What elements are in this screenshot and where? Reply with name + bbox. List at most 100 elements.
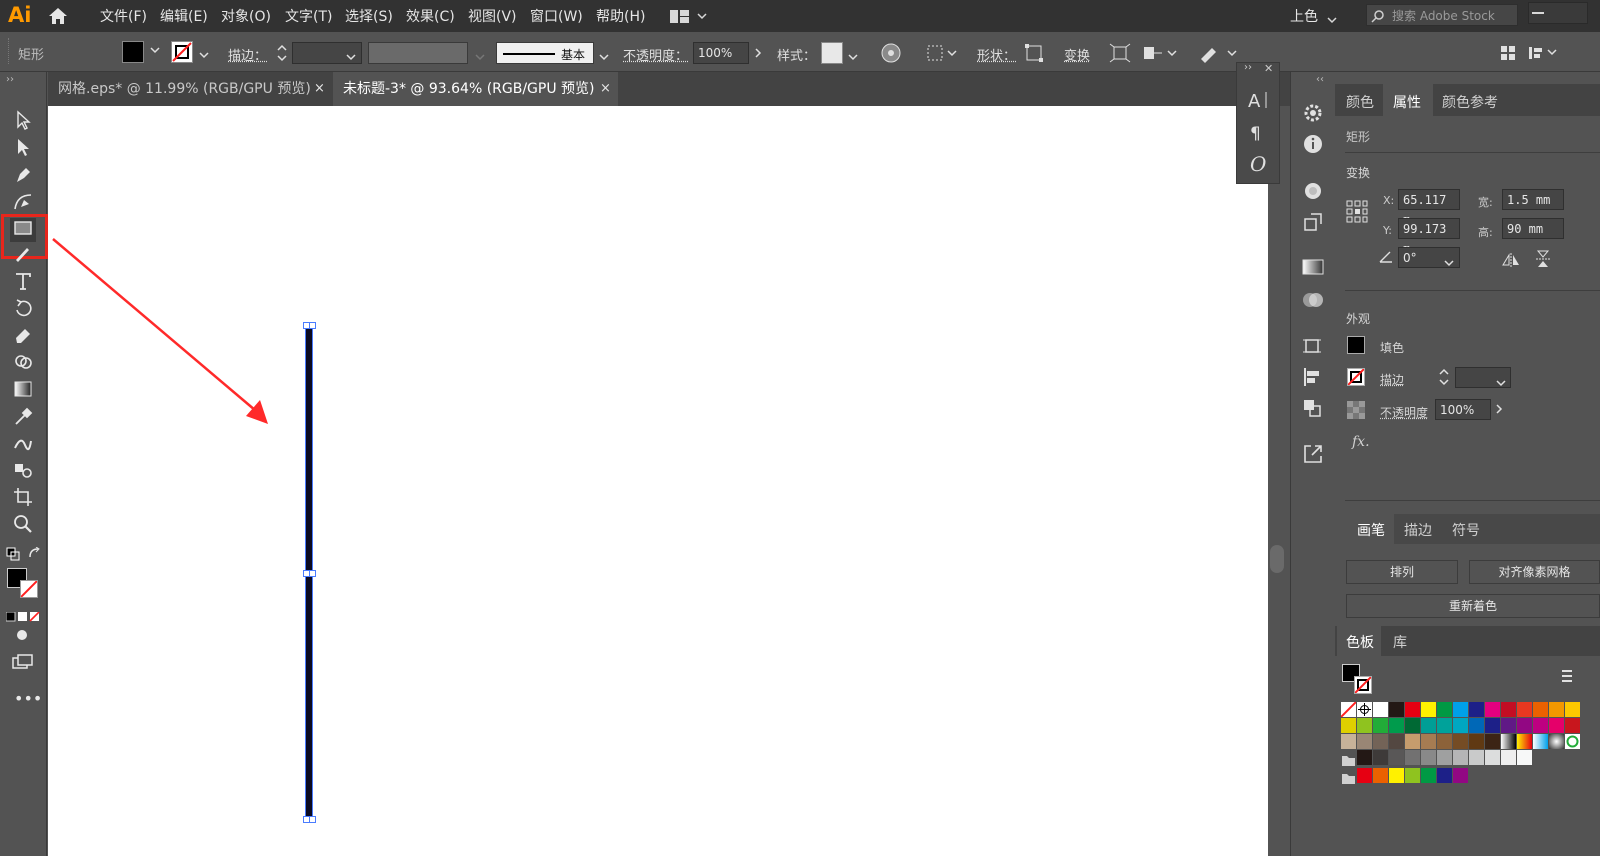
- swatch[interactable]: [1485, 734, 1500, 749]
- close-icon[interactable]: ✕: [1264, 62, 1273, 75]
- swatch[interactable]: [1437, 718, 1452, 733]
- swatch[interactable]: [1501, 750, 1516, 765]
- swatch[interactable]: [1437, 768, 1452, 783]
- swatch[interactable]: [1421, 768, 1436, 783]
- swatch[interactable]: [1437, 702, 1452, 717]
- transform-panel-icon[interactable]: [1303, 212, 1323, 236]
- menu-edit[interactable]: 编辑(E): [160, 6, 208, 26]
- tab-libraries[interactable]: 库: [1393, 632, 1407, 652]
- opacity-label[interactable]: 不透明度：: [623, 45, 688, 64]
- reference-point-icon[interactable]: [1346, 200, 1368, 228]
- align-panel-icon[interactable]: [1528, 45, 1558, 65]
- opacity-label[interactable]: 不透明度: [1380, 404, 1428, 421]
- menu-type[interactable]: 文字(T): [285, 6, 332, 26]
- expand-icon[interactable]: ››: [1244, 62, 1252, 73]
- character-panel-icon[interactable]: A: [1248, 90, 1270, 114]
- swatch[interactable]: [1373, 718, 1388, 733]
- swatch[interactable]: [1453, 768, 1468, 783]
- swatch[interactable]: [1485, 750, 1500, 765]
- height-input[interactable]: 90 mm: [1502, 218, 1564, 239]
- tab-untitled-3[interactable]: 未标题-3* @ 93.64% (RGB/GPU 预览) ×: [333, 72, 618, 106]
- menu-help[interactable]: 帮助(H): [596, 6, 645, 26]
- rotate-tool-icon[interactable]: [10, 298, 36, 322]
- align-to-icon[interactable]: [926, 44, 958, 66]
- menu-window[interactable]: 窗口(W): [530, 6, 583, 26]
- swatch[interactable]: [1357, 768, 1372, 783]
- close-icon[interactable]: ×: [314, 72, 325, 106]
- workspace-switcher[interactable]: 上色: [1290, 6, 1318, 26]
- flip-horizontal-icon[interactable]: [1502, 252, 1520, 271]
- panel-menu-icon[interactable]: [1500, 45, 1516, 65]
- swap-fill-stroke-icon[interactable]: [28, 546, 42, 565]
- swatch[interactable]: [1357, 734, 1372, 749]
- swatch[interactable]: [1341, 718, 1356, 733]
- menu-object[interactable]: 对象(O): [221, 6, 271, 26]
- menu-file[interactable]: 文件(F): [100, 6, 147, 26]
- shape-label[interactable]: 形状：: [977, 45, 1016, 64]
- eraser-tool-icon[interactable]: [10, 325, 36, 349]
- recolor-artwork-icon[interactable]: [880, 42, 902, 68]
- stroke-none-swatch[interactable]: [171, 41, 193, 63]
- paragraph-panel-icon[interactable]: ¶: [1250, 122, 1266, 146]
- transform-each-icon[interactable]: [1109, 43, 1131, 67]
- swatch[interactable]: [1501, 702, 1516, 717]
- more-tools-icon[interactable]: •••: [14, 689, 42, 708]
- menu-select[interactable]: 选择(S): [345, 6, 393, 26]
- transform-label[interactable]: 变换: [1064, 45, 1090, 64]
- folder-icon[interactable]: [1341, 752, 1356, 771]
- direct-selection-tool-icon[interactable]: [10, 137, 36, 161]
- appearance-stroke-swatch[interactable]: [1347, 368, 1365, 386]
- swatch[interactable]: [1405, 734, 1420, 749]
- shape-properties-icon[interactable]: [1024, 43, 1044, 67]
- eyedropper-tool-icon[interactable]: [10, 406, 36, 430]
- scrollbar-thumb[interactable]: [1270, 545, 1284, 573]
- export-icon[interactable]: [1302, 443, 1324, 469]
- chevron-down-icon[interactable]: [1495, 373, 1507, 392]
- swatch-gradient[interactable]: [1501, 734, 1516, 749]
- graphic-style-swatch[interactable]: [821, 42, 843, 64]
- tab-symbols[interactable]: 符号: [1452, 520, 1480, 540]
- swatch-registration[interactable]: [1357, 702, 1372, 717]
- fill-swatch[interactable]: [122, 41, 144, 63]
- x-input[interactable]: 65.117 m: [1398, 189, 1460, 227]
- swatch[interactable]: [1549, 702, 1564, 717]
- tab-brushes[interactable]: 画笔: [1357, 520, 1385, 540]
- stroke-label[interactable]: 描边: [1380, 371, 1404, 388]
- gear-icon[interactable]: [1302, 102, 1324, 128]
- chevron-right-icon[interactable]: [1493, 399, 1509, 420]
- color-mode-icons[interactable]: [5, 607, 40, 626]
- vertical-scrollbar[interactable]: [1268, 106, 1288, 856]
- swatch[interactable]: [1517, 718, 1532, 733]
- swatch[interactable]: [1389, 702, 1404, 717]
- opacity-input[interactable]: 100%: [693, 42, 749, 64]
- chevron-right-icon[interactable]: [752, 42, 768, 64]
- swatch[interactable]: [1469, 750, 1484, 765]
- gradient-tool-icon[interactable]: [10, 379, 36, 403]
- swatch[interactable]: [1373, 750, 1388, 765]
- blend-tool-icon[interactable]: [10, 433, 36, 457]
- pathfinder-panel-icon[interactable]: [1302, 398, 1322, 422]
- collapse-icon[interactable]: ‹‹: [1316, 74, 1324, 85]
- swatch[interactable]: [1485, 718, 1500, 733]
- artboard-tool-icon[interactable]: [10, 487, 36, 511]
- swatch[interactable]: [1485, 702, 1500, 717]
- swatch[interactable]: [1405, 768, 1420, 783]
- menu-effect[interactable]: 效果(C): [406, 6, 455, 26]
- pen-tool-icon[interactable]: [10, 164, 36, 188]
- swatch[interactable]: [1437, 750, 1452, 765]
- minimize-button[interactable]: [1532, 12, 1544, 14]
- swatch[interactable]: [1405, 702, 1420, 717]
- align-panel-icon[interactable]: [1302, 367, 1322, 391]
- artboards-panel-icon[interactable]: [1302, 336, 1322, 360]
- stroke-weight-label[interactable]: 描边：: [228, 45, 267, 64]
- swatch[interactable]: [1453, 718, 1468, 733]
- symbol-sprayer-tool-icon[interactable]: [10, 460, 36, 484]
- swatch[interactable]: [1405, 750, 1420, 765]
- info-icon[interactable]: [1303, 134, 1323, 158]
- variable-width-profile[interactable]: [368, 42, 468, 64]
- swatch-gradient[interactable]: [1549, 734, 1564, 749]
- align-pixel-grid-button[interactable]: 对齐像素网格: [1469, 560, 1600, 584]
- opacity-field[interactable]: 100%: [1435, 399, 1491, 420]
- home-icon[interactable]: [48, 7, 68, 29]
- isolate-object-icon[interactable]: [1142, 43, 1178, 67]
